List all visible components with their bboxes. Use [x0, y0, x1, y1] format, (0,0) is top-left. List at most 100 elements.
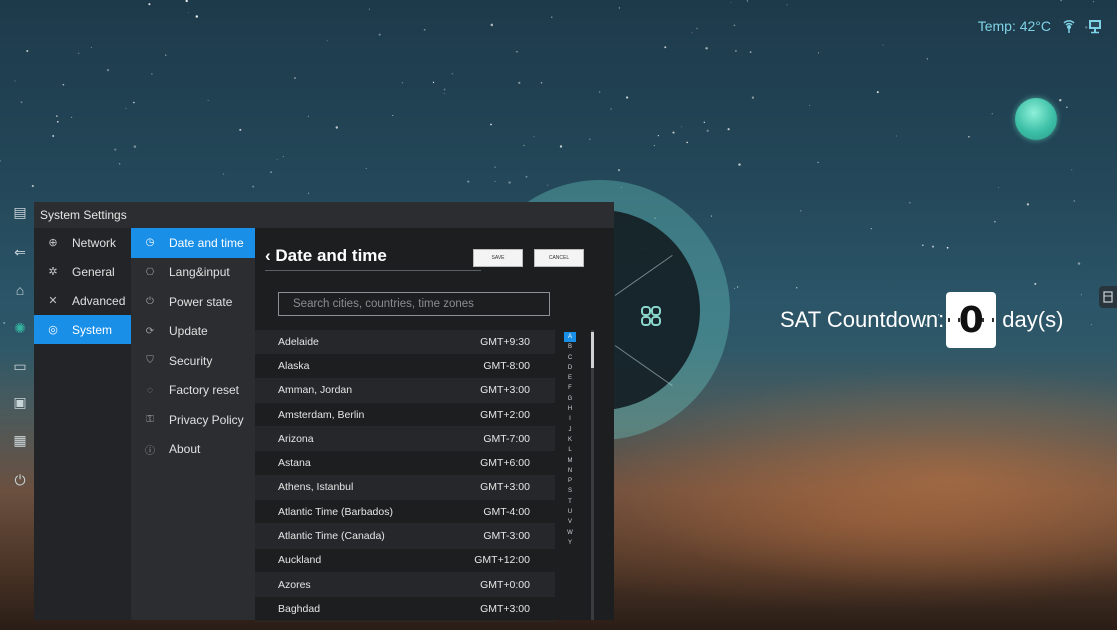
settings-item-date-and-time[interactable]: ◷ Date and time — [131, 228, 255, 258]
subcategory-label: Date and time — [169, 235, 244, 250]
timezone-row[interactable]: Amman, Jordan GMT+3:00 — [255, 378, 555, 403]
settings-item-update[interactable]: ⟳ Update — [131, 317, 255, 347]
settings-category-list: ⊕ Network ✲ General ✕ Advanced ◎ System — [34, 228, 131, 620]
pane-header[interactable]: ‹ Date and time — [265, 246, 387, 266]
alphabet-index-letter[interactable]: P — [564, 476, 576, 486]
back-icon[interactable]: ⇐ — [10, 242, 30, 262]
timezone-offset: GMT+2:00 — [480, 408, 530, 421]
settings-item-privacy-policy[interactable]: ⚿ Privacy Policy — [131, 405, 255, 435]
timezone-offset: GMT+0:00 — [480, 578, 530, 591]
settings-item-about[interactable]: ⓘ About — [131, 435, 255, 465]
subcategory-label: About — [169, 442, 201, 457]
category-label: Network — [72, 235, 117, 250]
settings-item-power-state[interactable]: ⏻ Power state — [131, 287, 255, 317]
settings-category-network[interactable]: ⊕ Network — [34, 228, 131, 257]
timezone-row[interactable]: Astana GMT+6:00 — [255, 451, 555, 476]
cancel-button[interactable]: CANCEL — [534, 249, 584, 267]
right-edge-toolbar-toggle[interactable] — [1099, 286, 1117, 308]
folder-icon[interactable]: ▭ — [10, 356, 30, 376]
flip-hinge — [948, 318, 961, 322]
category-label: Advanced — [72, 293, 126, 308]
alphabet-index-letter[interactable]: U — [564, 507, 576, 517]
alphabet-index-letter[interactable]: A — [564, 332, 576, 343]
timezone-list-scrollbar[interactable] — [591, 330, 594, 620]
alphabet-index-letter[interactable]: Y — [564, 538, 576, 548]
timezone-offset: GMT-3:00 — [483, 530, 530, 543]
left-quick-bar: ▤ ⇐ ⌂ ✺ ▭ ▣ ▦ ⏻ — [6, 200, 34, 600]
settings-item-factory-reset[interactable]: ◌ Factory reset — [131, 376, 255, 406]
source-icon[interactable]: ▣ — [10, 392, 30, 412]
alphabet-index-letter[interactable]: M — [564, 456, 576, 466]
timezone-offset: GMT-8:00 — [483, 359, 530, 372]
settings-item-lang-input[interactable]: ⎔ Lang&input — [131, 258, 255, 288]
power-icon: ⏻ — [146, 296, 154, 308]
alphabet-index-letter[interactable]: F — [564, 383, 576, 393]
wifi-hotspot-icon[interactable] — [1061, 18, 1077, 34]
scrollbar-thumb[interactable] — [591, 332, 594, 368]
alphabet-index-letter[interactable]: C — [564, 353, 576, 363]
flip-hinge — [982, 318, 995, 322]
subcategory-label: Privacy Policy — [169, 412, 244, 427]
alphabet-index-letter[interactable]: H — [564, 404, 576, 414]
alphabet-index-letter[interactable]: G — [564, 394, 576, 404]
timezone-offset: GMT-4:00 — [483, 505, 530, 518]
alphabet-index-letter[interactable]: V — [564, 517, 576, 527]
timezone-offset: GMT+12:00 — [474, 554, 530, 567]
tools-icon: ✕ — [48, 295, 58, 307]
alphabet-index-letter[interactable]: L — [564, 445, 576, 455]
alphabet-index-letter[interactable]: S — [564, 486, 576, 496]
globe-icon: ⊕ — [48, 237, 58, 249]
update-icon: ⟳ — [145, 325, 155, 337]
subcategory-label: Update — [169, 324, 208, 339]
lock-icon: ⚿ — [146, 414, 154, 426]
window-title: System Settings — [34, 202, 614, 228]
shield-icon: ⛉ — [146, 355, 154, 367]
timezone-row[interactable]: Amsterdam, Berlin GMT+2:00 — [255, 403, 555, 428]
settings-menu-icon[interactable]: ▤ — [10, 202, 30, 222]
alphabet-index-letter[interactable]: J — [564, 425, 576, 435]
power-icon[interactable]: ⏻ — [10, 470, 30, 490]
timezone-row[interactable]: Alaska GMT-8:00 — [255, 354, 555, 379]
timezone-row[interactable]: Atlantic Time (Canada) GMT-3:00 — [255, 524, 555, 549]
timezone-search-input[interactable]: Search cities, countries, time zones — [278, 292, 550, 316]
alphabet-index-letter[interactable]: E — [564, 373, 576, 383]
alphabet-index-letter[interactable]: T — [564, 497, 576, 507]
timezone-row[interactable]: Auckland GMT+12:00 — [255, 549, 555, 573]
subcategory-label: Security — [169, 353, 213, 368]
timezone-name: Arizona — [278, 432, 314, 445]
settings-category-advanced[interactable]: ✕ Advanced — [34, 286, 131, 315]
timezone-row[interactable]: Arizona GMT-7:00 — [255, 427, 555, 452]
alphabet-index-letter[interactable]: N — [564, 466, 576, 476]
settings-gear-icon[interactable]: ✺ — [10, 318, 30, 338]
timezone-name: Athens, Istanbul — [278, 481, 354, 494]
alphabet-index-letter[interactable]: B — [564, 342, 576, 352]
timezone-offset: GMT+3:00 — [480, 481, 530, 494]
timezone-row[interactable]: Athens, Istanbul GMT+3:00 — [255, 475, 555, 501]
save-button[interactable]: SAVE — [473, 249, 523, 267]
settings-subcategory-list: ◷ Date and time ⎔ Lang&input ⏻ Power state ⟳ Up… — [131, 228, 255, 620]
settings-item-security[interactable]: ⛉ Security — [131, 346, 255, 376]
gear-icon: ✲ — [48, 266, 58, 278]
info-icon: ⓘ — [145, 445, 155, 457]
network-monitor-icon[interactable] — [1087, 18, 1103, 34]
apps-grid-icon[interactable] — [640, 305, 662, 327]
status-bar: Temp: 42°C — [978, 18, 1103, 34]
screen-icon[interactable]: ▦ — [10, 430, 30, 450]
timezone-row[interactable]: Azores GMT+0:00 — [255, 572, 555, 598]
timezone-row[interactable]: Baghdad GMT+3:00 — [255, 597, 555, 622]
settings-category-system[interactable]: ◎ System — [34, 315, 131, 344]
alphabet-index-letter[interactable]: W — [564, 528, 576, 538]
floating-ball-button[interactable] — [1015, 98, 1057, 140]
sat-countdown-widget: SAT Countdown: 0 day(s) — [780, 292, 1063, 348]
timezone-offset: GMT+9:30 — [480, 335, 530, 348]
settings-category-general[interactable]: ✲ General — [34, 257, 131, 286]
reset-icon: ◌ — [147, 384, 153, 396]
date-time-pane: ‹ Date and time SAVE CANCEL Search citie… — [255, 228, 614, 622]
timezone-name: Atlantic Time (Canada) — [278, 530, 385, 543]
home-icon[interactable]: ⌂ — [10, 280, 30, 300]
alphabet-index-letter[interactable]: K — [564, 435, 576, 445]
timezone-row[interactable]: Adelaide GMT+9:30 — [255, 330, 555, 355]
timezone-row[interactable]: Atlantic Time (Barbados) GMT-4:00 — [255, 500, 555, 525]
alphabet-index-letter[interactable]: I — [564, 414, 576, 424]
alphabet-index-letter[interactable]: D — [564, 363, 576, 373]
